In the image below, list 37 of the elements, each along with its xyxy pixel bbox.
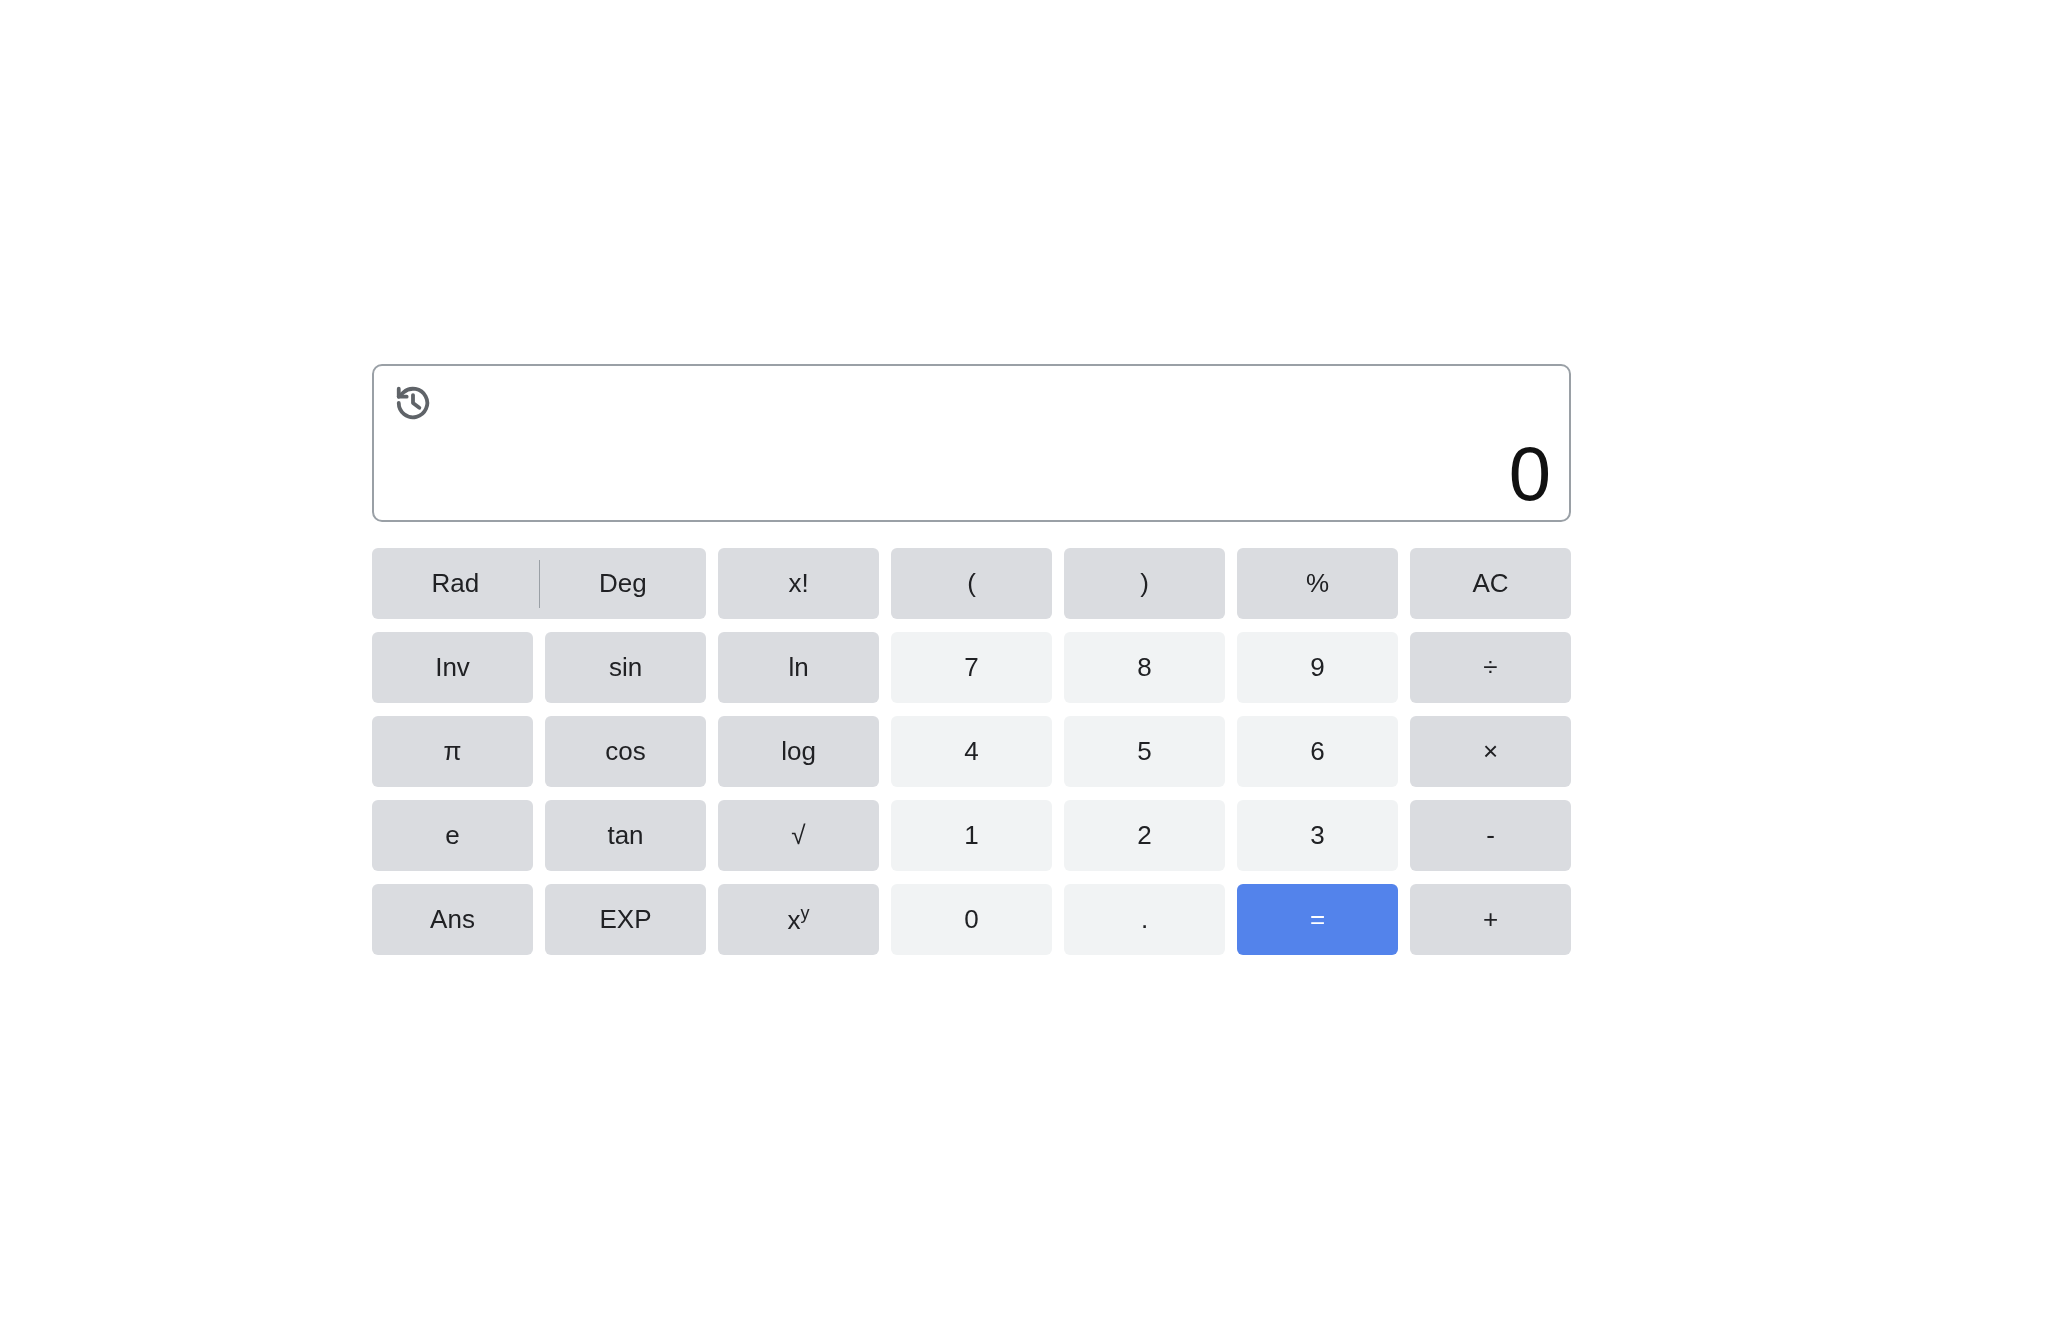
function-key[interactable]: π	[372, 716, 533, 787]
function-key[interactable]: tan	[545, 800, 706, 871]
function-key[interactable]: ÷	[1410, 632, 1571, 703]
function-key[interactable]: x!	[718, 548, 879, 619]
function-key[interactable]: +	[1410, 884, 1571, 955]
digit-key[interactable]: 3	[1237, 800, 1398, 871]
digit-key[interactable]: 6	[1237, 716, 1398, 787]
function-key[interactable]: Inv	[372, 632, 533, 703]
function-key[interactable]: )	[1064, 548, 1225, 619]
function-key[interactable]: EXP	[545, 884, 706, 955]
digit-key[interactable]: 8	[1064, 632, 1225, 703]
equals-key[interactable]: =	[1237, 884, 1398, 955]
digit-key[interactable]: 1	[891, 800, 1052, 871]
function-key[interactable]: Ans	[372, 884, 533, 955]
history-icon[interactable]	[394, 384, 432, 422]
digit-key[interactable]: 4	[891, 716, 1052, 787]
display-value: 0	[1508, 436, 1551, 512]
function-key[interactable]: √	[718, 800, 879, 871]
function-key[interactable]: log	[718, 716, 879, 787]
function-key[interactable]: AC	[1410, 548, 1571, 619]
digit-key[interactable]: 7	[891, 632, 1052, 703]
function-key[interactable]: ln	[718, 632, 879, 703]
digit-key[interactable]: 5	[1064, 716, 1225, 787]
function-key[interactable]: (	[891, 548, 1052, 619]
function-key[interactable]: ×	[1410, 716, 1571, 787]
function-key[interactable]: %	[1237, 548, 1398, 619]
digit-key[interactable]: 9	[1237, 632, 1398, 703]
digit-key[interactable]: .	[1064, 884, 1225, 955]
function-key[interactable]: cos	[545, 716, 706, 787]
function-key[interactable]: sin	[545, 632, 706, 703]
function-key[interactable]: -	[1410, 800, 1571, 871]
angle-mode-button[interactable]: Deg	[539, 548, 706, 619]
digit-key[interactable]: 2	[1064, 800, 1225, 871]
function-key[interactable]: e	[372, 800, 533, 871]
function-key[interactable]: x$^{y}$	[718, 884, 879, 955]
angle-mode-button[interactable]: Rad	[372, 548, 539, 619]
digit-key[interactable]: 0	[891, 884, 1052, 955]
